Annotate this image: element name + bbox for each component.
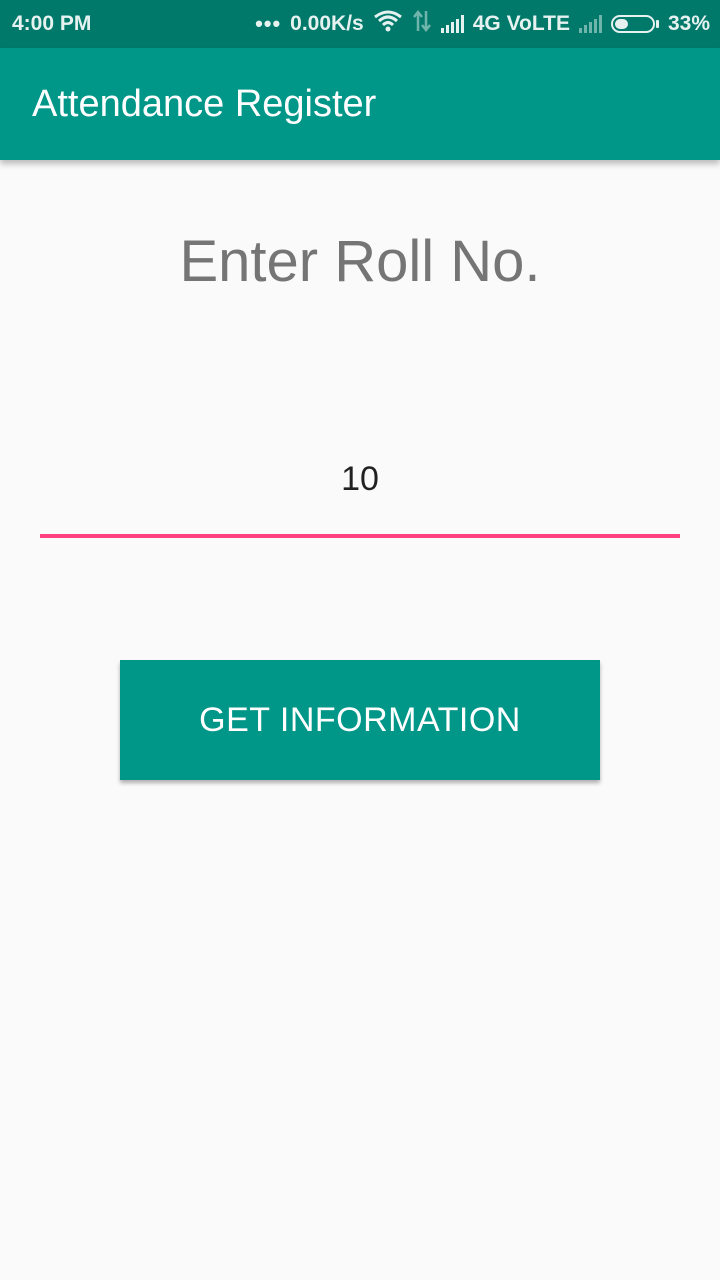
wifi-icon [373, 9, 403, 39]
network-speed: 0.00K/s [290, 12, 364, 35]
signal-icon [440, 15, 464, 33]
more-dots-icon: ••• [255, 11, 282, 36]
app-bar: Attendance Register [0, 48, 720, 160]
signal-no-service-icon [578, 15, 602, 33]
status-bar: 4:00 PM ••• 0.00K/s 4G VoLTE 33% [0, 0, 720, 48]
roll-number-input[interactable] [40, 459, 680, 499]
app-title: Attendance Register [32, 82, 377, 125]
roll-number-prompt: Enter Roll No. [179, 229, 541, 294]
battery-percent: 33% [667, 12, 710, 35]
network-type: 4G VoLTE [472, 12, 570, 35]
status-icons: ••• 0.00K/s 4G VoLTE 33% [255, 9, 710, 39]
roll-number-field[interactable] [40, 450, 680, 538]
get-information-button[interactable]: GET INFORMATION [120, 660, 600, 780]
data-arrows-icon [412, 9, 432, 39]
status-time: 4:00 PM [12, 12, 92, 35]
battery-icon [610, 15, 659, 33]
